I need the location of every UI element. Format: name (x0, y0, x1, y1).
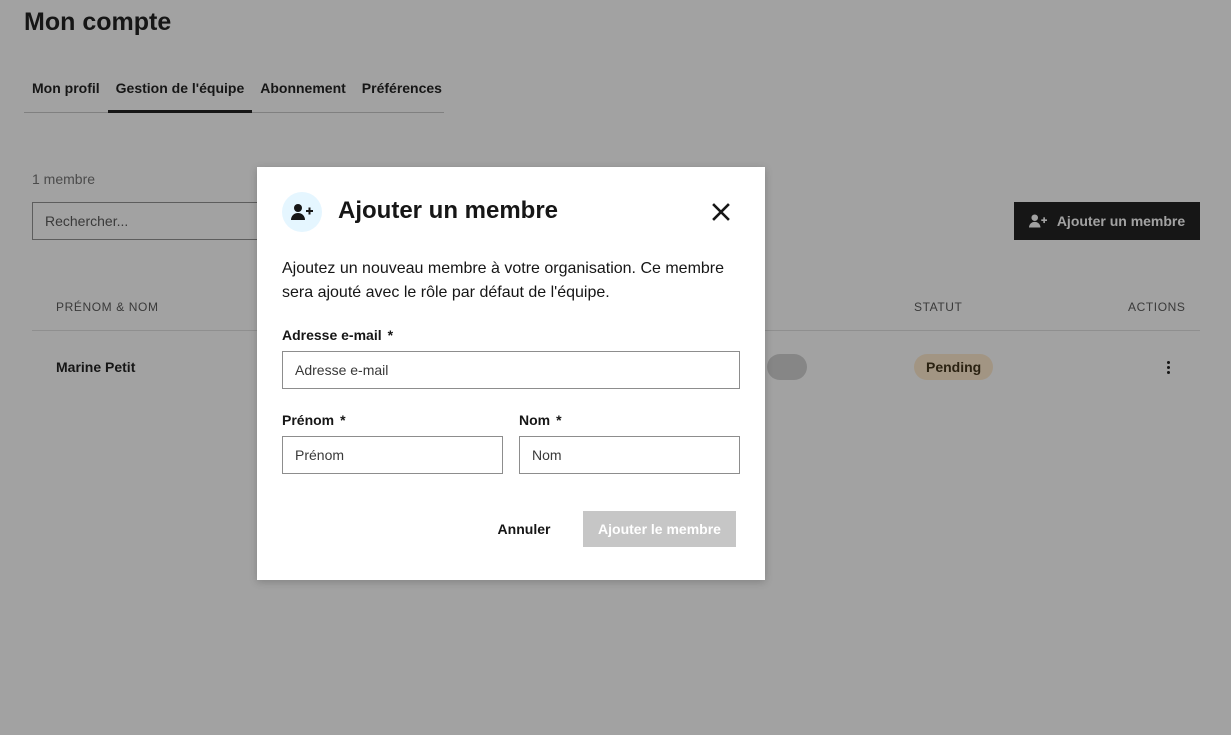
first-name-field[interactable] (282, 436, 503, 474)
first-name-label: Prénom * (282, 412, 346, 428)
last-name-label: Nom * (519, 412, 562, 428)
add-member-submit-button[interactable]: Ajouter le membre (583, 511, 736, 547)
close-icon[interactable] (709, 200, 733, 224)
email-label: Adresse e-mail * (282, 327, 394, 343)
add-member-modal: Ajouter un membre Ajoutez un nouveau mem… (257, 167, 765, 580)
add-user-icon (282, 192, 322, 232)
email-field[interactable] (282, 351, 740, 389)
modal-title: Ajouter un membre (338, 197, 559, 224)
cancel-button[interactable]: Annuler (483, 511, 565, 547)
modal-description: Ajoutez un nouveau membre à votre organi… (282, 260, 725, 301)
last-name-field[interactable] (519, 436, 740, 474)
